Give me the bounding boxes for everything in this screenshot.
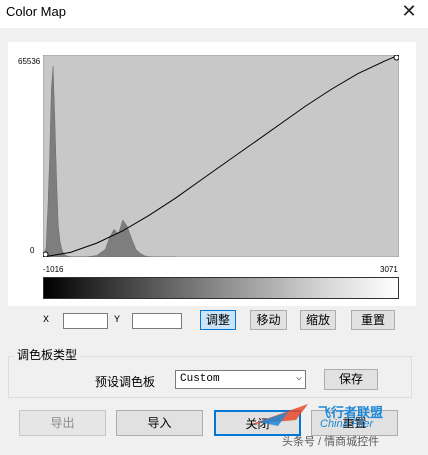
histogram-plot[interactable] bbox=[43, 55, 399, 257]
move-button[interactable]: 移动 bbox=[250, 310, 287, 330]
chevron-down-icon: ⌵ bbox=[295, 373, 302, 384]
title-bar: Color Map ✕ bbox=[0, 0, 428, 28]
scale-button[interactable]: 缩放 bbox=[300, 310, 336, 330]
y-min-label: 0 bbox=[30, 246, 35, 255]
x-coord-input[interactable] bbox=[63, 313, 108, 329]
curve-handle-end bbox=[393, 55, 399, 61]
export-button[interactable]: 导出 bbox=[19, 410, 106, 436]
x-coord-label: X bbox=[43, 315, 50, 326]
y-coord-input[interactable] bbox=[132, 313, 182, 329]
save-button[interactable]: 保存 bbox=[324, 369, 378, 390]
close-icon[interactable]: ✕ bbox=[398, 2, 420, 22]
y-max-label: 65536 bbox=[18, 57, 41, 66]
x-max-label: 3071 bbox=[380, 265, 398, 274]
watermark-brand-en: China Flier bbox=[320, 418, 374, 430]
adjust-button[interactable]: 调整 bbox=[200, 310, 236, 330]
reset-curve-button[interactable]: 重置 bbox=[351, 310, 395, 330]
preset-value: Custom bbox=[180, 373, 220, 385]
plane-logo-icon bbox=[252, 404, 308, 426]
y-coord-label: Y bbox=[114, 315, 121, 326]
curve-handle-start bbox=[43, 251, 49, 257]
palette-group-label: 调色板类型 bbox=[14, 346, 81, 363]
color-gradient-bar bbox=[43, 277, 399, 299]
window-title: Color Map bbox=[6, 4, 66, 19]
import-button[interactable]: 导入 bbox=[116, 410, 203, 436]
x-min-label: -1016 bbox=[43, 265, 64, 274]
watermark-account: 头条号 / 情商城控件 bbox=[282, 436, 380, 448]
plot-background bbox=[43, 55, 399, 257]
preset-label: 预设调色板 bbox=[95, 375, 156, 389]
preset-select[interactable]: Custom ⌵ bbox=[175, 370, 306, 389]
